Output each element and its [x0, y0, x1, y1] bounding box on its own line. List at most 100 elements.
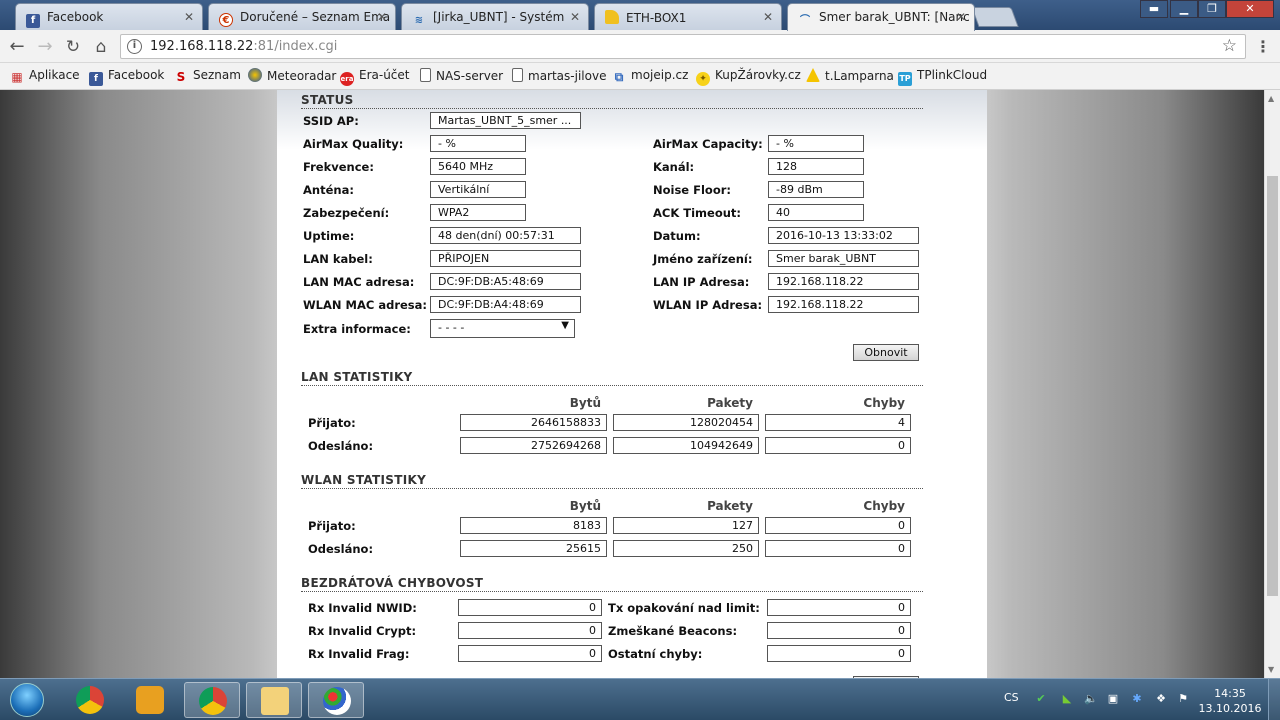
- close-tab-icon[interactable]: ✕: [184, 10, 194, 24]
- ubnt-icon: ≋: [414, 15, 424, 26]
- other-errors-label: Ostatní chyby:: [608, 647, 703, 661]
- info-icon[interactable]: i: [127, 39, 142, 54]
- date-label: Datum:: [653, 229, 701, 243]
- new-tab-button[interactable]: [971, 7, 1019, 27]
- close-tab-icon[interactable]: ✕: [763, 10, 773, 24]
- nvidia-tray-icon[interactable]: ◣: [1060, 692, 1074, 706]
- bookmark-aplikace[interactable]: ▦ Aplikace: [10, 68, 79, 84]
- bookmark-facebook[interactable]: f Facebook: [89, 68, 164, 86]
- home-icon[interactable]: ⌂: [90, 36, 112, 58]
- wlan-ip-label: WLAN IP Adresa:: [653, 298, 763, 312]
- vertical-scrollbar[interactable]: ▲ ▼: [1264, 90, 1280, 678]
- device-name-label: Jméno zařízení:: [653, 252, 753, 266]
- user-icon[interactable]: ▬: [1140, 0, 1168, 18]
- bookmark-nas-server[interactable]: NAS-server: [420, 68, 503, 83]
- bookmark-martas-jilove[interactable]: martas-jilove: [512, 68, 606, 83]
- missed-beacons-label: Zmeškané Beacons:: [608, 624, 738, 638]
- bookmark-star-icon[interactable]: ☆: [1222, 36, 1237, 56]
- address-bar[interactable]: i 192.168.118.22:81/index.cgi ☆: [120, 34, 1246, 59]
- security-value: WPA2: [430, 204, 526, 221]
- seznam-icon: S: [176, 70, 186, 84]
- ssid-label: SSID AP:: [303, 114, 359, 128]
- lan-cable-label: LAN kabel:: [303, 252, 373, 266]
- bookmark-kupzarovky[interactable]: ✦ KupŽárovky.cz: [696, 68, 801, 86]
- era-icon: era: [340, 72, 354, 86]
- back-arrow-icon[interactable]: ←: [6, 36, 28, 58]
- close-window-button[interactable]: ✕: [1226, 0, 1274, 18]
- scroll-up-arrow-icon[interactable]: ▲: [1268, 94, 1274, 103]
- bluetooth-tray-icon[interactable]: ✱: [1130, 692, 1144, 706]
- bookmarks-bar: ▦ Aplikace f Facebook S Seznam Meteoradar e…: [0, 63, 1280, 90]
- airmax-quality-value: - %: [430, 135, 526, 152]
- windows-taskbar: CS ✔ ◣ 🔈 ▣ ✱ ❖ ⚑ 14:35 13.10.2016: [0, 678, 1280, 720]
- tab-eth-box1[interactable]: ETH-BOX1 ✕: [594, 3, 782, 30]
- frequency-value: 5640 MHz: [430, 158, 526, 175]
- taskbar-explorer[interactable]: [246, 682, 302, 718]
- bookmark-label: Era-účet: [359, 68, 410, 82]
- chrome-menu-icon[interactable]: ⋮: [1255, 37, 1271, 56]
- lan-received-packets: 128020454: [613, 414, 759, 431]
- facebook-icon: f: [89, 72, 103, 86]
- maximize-button[interactable]: ❐: [1198, 0, 1226, 18]
- language-indicator[interactable]: CS: [1004, 691, 1019, 720]
- rx-invalid-nwid-label: Rx Invalid NWID:: [308, 601, 417, 615]
- frequency-label: Frekvence:: [303, 160, 374, 174]
- close-tab-icon[interactable]: ✕: [377, 10, 387, 24]
- taskbar-chrome-pinned[interactable]: [62, 682, 118, 718]
- scrollbar-thumb[interactable]: [1267, 176, 1278, 596]
- uptime-label: Uptime:: [303, 229, 355, 243]
- rx-invalid-crypt-label: Rx Invalid Crypt:: [308, 624, 417, 638]
- noise-floor-label: Noise Floor:: [653, 183, 731, 197]
- bookmark-t-lamparna[interactable]: t.Lamparna: [806, 68, 894, 83]
- reload-icon[interactable]: ↻: [62, 36, 84, 58]
- taskbar-chrome-active[interactable]: [184, 682, 240, 718]
- bookmark-label: NAS-server: [436, 69, 504, 83]
- lan-sent-bytes: 2752694268: [460, 437, 607, 454]
- url-host: 192.168.118.22: [150, 39, 254, 54]
- wlan-sent-label: Odesláno:: [308, 542, 374, 556]
- airmax-capacity-label: AirMax Capacity:: [653, 137, 763, 151]
- bookmark-tplinkcloud[interactable]: TP TPlinkCloud: [898, 68, 987, 86]
- network-icon: ⧉: [614, 70, 624, 84]
- lan-ip-label: LAN IP Adresa:: [653, 275, 750, 289]
- bookmark-era-ucet[interactable]: era Era-účet: [340, 68, 410, 86]
- extra-info-label: Extra informace:: [303, 322, 411, 336]
- show-desktop-button[interactable]: [1268, 679, 1280, 720]
- url-text[interactable]: 192.168.118.22:81/index.cgi: [150, 39, 337, 54]
- start-button[interactable]: [4, 681, 52, 719]
- system-clock[interactable]: 14:35 13.10.2016: [1196, 686, 1264, 716]
- close-tab-icon[interactable]: ✕: [956, 10, 966, 24]
- tab-seznam-email[interactable]: € Doručené – Seznam Ema ✕: [208, 3, 396, 30]
- taskbar-paint[interactable]: [308, 682, 364, 718]
- ubnt-icon: ⌒: [800, 15, 810, 26]
- noise-floor-value: -89 dBm: [768, 181, 864, 198]
- action-center-flag-icon[interactable]: ⚑: [1176, 692, 1190, 706]
- taskbar-media-player[interactable]: [122, 682, 178, 718]
- bookmark-meteoradar[interactable]: Meteoradar: [248, 68, 336, 83]
- bookmark-seznam[interactable]: S Seznam: [174, 68, 241, 84]
- clock-date: 13.10.2016: [1198, 702, 1262, 715]
- browser-toolbar: ← → ↻ ⌂ i 192.168.118.22:81/index.cgi ☆ …: [0, 30, 1280, 63]
- minimize-button[interactable]: ▁: [1170, 0, 1198, 18]
- wireless-errors-title: BEZDRÁTOVÁ CHYBOVOST: [301, 576, 923, 592]
- scroll-down-arrow-icon[interactable]: ▼: [1268, 665, 1274, 674]
- tab-facebook[interactable]: f Facebook ✕: [15, 3, 203, 30]
- document-icon: [420, 68, 431, 82]
- tab-jirka-ubnt[interactable]: ≋ [Jirka_UBNT] - Systém ✕: [401, 3, 589, 30]
- bookmark-label: martas-jilove: [528, 69, 607, 83]
- close-tab-icon[interactable]: ✕: [570, 10, 580, 24]
- tab-smer-barak-ubnt[interactable]: ⌒ Smer barak_UBNT: [Nanc ✕: [787, 3, 975, 31]
- facebook-icon: f: [26, 14, 40, 28]
- forward-arrow-icon[interactable]: →: [34, 36, 56, 58]
- dropdown-arrow-icon: ▼: [561, 320, 569, 331]
- bookmark-mojeip[interactable]: ⧉ mojeip.cz: [612, 68, 689, 84]
- refresh-button[interactable]: Obnovit: [853, 344, 919, 361]
- dropbox-tray-icon[interactable]: ❖: [1154, 692, 1168, 706]
- document-icon: [512, 68, 523, 82]
- security-tray-icon[interactable]: ✔: [1034, 692, 1048, 706]
- extra-info-select[interactable]: - - - - ▼: [430, 319, 575, 338]
- bookmark-label: mojeip.cz: [631, 68, 689, 82]
- volume-icon[interactable]: 🔈: [1084, 692, 1098, 706]
- network-tray-icon[interactable]: ▣: [1106, 692, 1120, 706]
- meteoradar-icon: [248, 68, 262, 82]
